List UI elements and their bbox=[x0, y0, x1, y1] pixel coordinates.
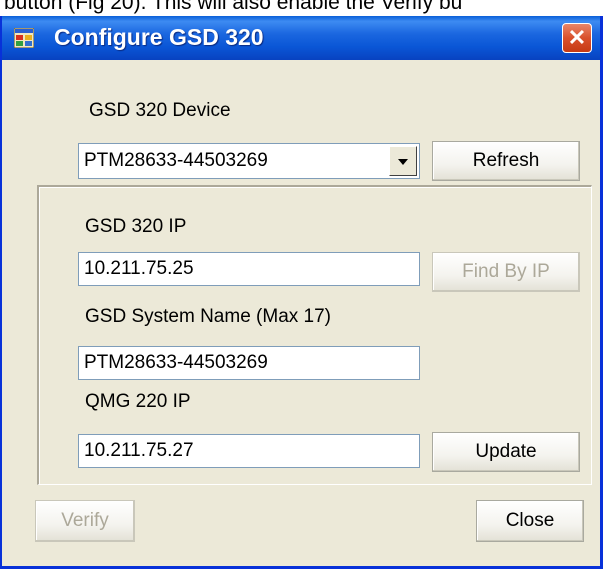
title-bar[interactable]: Configure GSD 320 ✕ bbox=[2, 16, 600, 60]
device-label: GSD 320 Device bbox=[89, 100, 231, 121]
gsd-ip-field[interactable]: 10.211.75.25 bbox=[78, 252, 420, 286]
window-app-icon bbox=[14, 28, 34, 48]
close-button[interactable]: Close bbox=[476, 500, 584, 542]
update-button[interactable]: Update bbox=[432, 432, 580, 472]
system-name-field[interactable]: PTM28633-44503269 bbox=[78, 346, 420, 380]
refresh-button[interactable]: Refresh bbox=[432, 141, 580, 181]
verify-button[interactable]: Verify bbox=[35, 500, 135, 542]
find-by-ip-button[interactable]: Find By IP bbox=[432, 252, 580, 292]
window-title: Configure GSD 320 bbox=[54, 24, 264, 50]
background-document-line: button (Fig 20). This will also enable t… bbox=[4, 0, 463, 14]
qmg-ip-field[interactable]: 10.211.75.27 bbox=[78, 434, 420, 468]
background-document-text: button (Fig 20). This will also enable t… bbox=[0, 0, 603, 16]
qmg-ip-label: QMG 220 IP bbox=[85, 391, 191, 412]
system-name-label: GSD System Name (Max 17) bbox=[85, 306, 331, 327]
device-select-value: PTM28633-44503269 bbox=[84, 150, 268, 171]
ip-label: GSD 320 IP bbox=[85, 216, 187, 237]
configure-dialog: Configure GSD 320 ✕ GSD 320 Device PTM28… bbox=[0, 16, 603, 569]
close-x-icon[interactable]: ✕ bbox=[562, 23, 592, 53]
chevron-down-icon[interactable] bbox=[389, 146, 417, 176]
device-select[interactable]: PTM28633-44503269 bbox=[78, 143, 420, 179]
